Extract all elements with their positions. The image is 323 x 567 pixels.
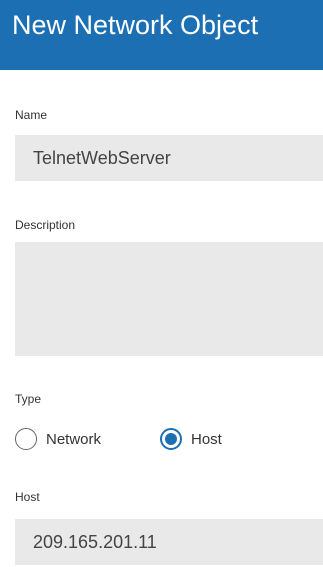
host-label: Host [15, 490, 40, 504]
type-radio-host[interactable]: Host [160, 426, 222, 452]
dialog-title: New Network Object [12, 10, 259, 40]
radio-unchecked-icon [15, 428, 37, 450]
type-radio-network-label: Network [46, 430, 102, 448]
host-input[interactable] [15, 519, 323, 565]
type-radio-network[interactable]: Network [15, 426, 101, 452]
dialog-title-bar: New Network Object [0, 0, 323, 70]
name-label: Name [15, 108, 48, 122]
type-radio-host-label: Host [191, 430, 222, 448]
radio-checked-icon [160, 428, 182, 450]
name-input[interactable] [15, 135, 323, 181]
new-network-object-dialog: New Network Object Name Description Type… [0, 0, 323, 567]
description-label: Description [15, 218, 76, 232]
description-textarea[interactable] [15, 242, 323, 356]
type-label: Type [15, 392, 42, 406]
